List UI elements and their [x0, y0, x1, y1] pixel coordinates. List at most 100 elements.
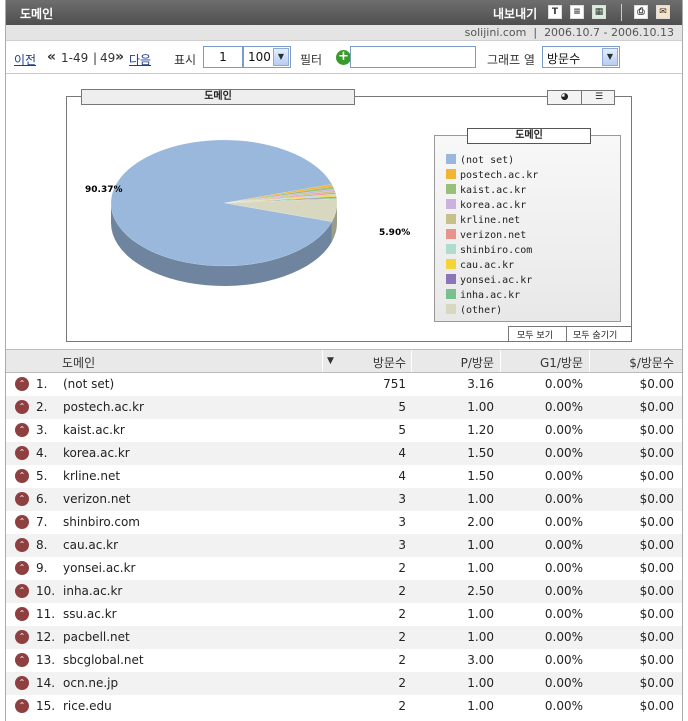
legend-label: cau.ac.kr — [460, 260, 515, 271]
legend-item[interactable]: postech.ac.kr — [446, 168, 538, 183]
domain-cell[interactable]: krline.net — [63, 469, 120, 483]
add-filter-icon[interactable]: + — [336, 50, 351, 65]
legend-item[interactable]: cau.ac.kr — [446, 258, 538, 273]
value-per-visit-cell: $0.00 — [639, 515, 674, 529]
legend-swatch — [446, 154, 456, 164]
domain-cell[interactable]: verizon.net — [63, 492, 131, 506]
legend-item[interactable]: (not set) — [446, 153, 538, 168]
domain-cell[interactable]: cau.ac.kr — [63, 538, 118, 552]
table-header: 도메인 ▼ 방문수 P/방문 G1/방문 $/방문수 — [6, 349, 682, 373]
column-header-pages-per-visit[interactable]: P/방문 — [446, 354, 494, 371]
expand-row-icon[interactable]: ⌃ — [15, 377, 29, 391]
pie-view-icon[interactable]: ◕ — [548, 91, 582, 104]
expand-row-icon[interactable]: ⌃ — [15, 699, 29, 713]
table-row: ⌃ 2. postech.ac.kr 5 1.00 0.00% $0.00 — [6, 396, 682, 419]
page-size-select[interactable]: 100 ▼ — [243, 46, 291, 68]
domain-cell[interactable]: pacbell.net — [63, 630, 130, 644]
column-header-domain[interactable]: 도메인 — [62, 354, 95, 371]
domain-cell[interactable]: kaist.ac.kr — [63, 423, 125, 437]
date-bar: solijini.com | 2006.10.7 - 2006.10.13 — [6, 25, 682, 41]
legend-item[interactable]: (other) — [446, 303, 538, 318]
expand-row-icon[interactable]: ⌃ — [15, 538, 29, 552]
legend-label: postech.ac.kr — [460, 170, 539, 181]
start-row-input[interactable]: 1 — [203, 46, 243, 68]
graph-column-select[interactable]: 방문수 ▼ — [542, 46, 620, 68]
hide-all-button[interactable]: 모두 숨기기 — [573, 328, 617, 341]
label-main-percent: 90.37% — [85, 185, 123, 195]
show-all-button[interactable]: 모두 보기 — [517, 328, 553, 341]
legend-item[interactable]: korea.ac.kr — [446, 198, 538, 213]
expand-row-icon[interactable]: ⌃ — [15, 653, 29, 667]
value-per-visit-cell: $0.00 — [639, 423, 674, 437]
expand-row-icon[interactable]: ⌃ — [15, 561, 29, 575]
column-header-goal-per-visit[interactable]: G1/방문 — [531, 354, 583, 371]
legend-item[interactable]: kaist.ac.kr — [446, 183, 538, 198]
legend-item[interactable]: verizon.net — [446, 228, 538, 243]
bar-view-icon[interactable]: ☰ — [583, 91, 615, 104]
next-arrow-icon[interactable]: » — [115, 49, 124, 65]
value-per-visit-cell: $0.00 — [639, 699, 674, 713]
row-number: 13. — [36, 653, 56, 667]
legend-item[interactable]: shinbiro.com — [446, 243, 538, 258]
chevron-down-icon[interactable]: ▼ — [273, 48, 289, 66]
table-row: ⌃ 15. rice.edu 2 1.00 0.00% $0.00 — [6, 695, 682, 718]
filter-input[interactable] — [350, 46, 476, 68]
prev-link[interactable]: 이전 — [14, 51, 36, 68]
chevron-down-icon[interactable]: ▼ — [602, 48, 618, 66]
expand-row-icon[interactable]: ⌃ — [15, 469, 29, 483]
domain-cell[interactable]: inha.ac.kr — [63, 584, 122, 598]
goal-per-visit-cell: 0.00% — [544, 492, 583, 506]
expand-row-icon[interactable]: ⌃ — [15, 515, 29, 529]
expand-row-icon[interactable]: ⌃ — [15, 492, 29, 506]
expand-row-icon[interactable]: ⌃ — [15, 630, 29, 644]
legend-item[interactable]: krline.net — [446, 213, 538, 228]
legend-item[interactable]: yonsei.ac.kr — [446, 273, 538, 288]
visits-cell: 751 — [383, 377, 406, 391]
value-per-visit-cell: $0.00 — [639, 400, 674, 414]
legend-item[interactable]: inha.ac.kr — [446, 288, 538, 303]
row-number: 10. — [36, 584, 56, 598]
column-header-value-per-visit[interactable]: $/방문수 — [612, 354, 674, 371]
visits-cell: 3 — [398, 538, 406, 552]
domain-cell[interactable]: (not set) — [63, 377, 114, 391]
visits-cell: 5 — [398, 400, 406, 414]
domain-cell[interactable]: ssu.ac.kr — [63, 607, 117, 621]
sort-desc-icon[interactable]: ▼ — [327, 356, 334, 366]
domain-cell[interactable]: korea.ac.kr — [63, 446, 130, 460]
visits-cell: 2 — [398, 699, 406, 713]
pages-per-visit-cell: 1.00 — [467, 400, 494, 414]
value-per-visit-cell: $0.00 — [639, 538, 674, 552]
value-per-visit-cell: $0.00 — [639, 492, 674, 506]
goal-per-visit-cell: 0.00% — [544, 653, 583, 667]
column-header-visits[interactable]: 방문수 — [368, 354, 406, 371]
email-icon[interactable]: ✉ — [656, 5, 670, 19]
pages-per-visit-cell: 3.16 — [467, 377, 494, 391]
domain-cell[interactable]: rice.edu — [63, 699, 112, 713]
export-xml-icon[interactable]: ≡ — [570, 5, 584, 19]
domain-cell[interactable]: postech.ac.kr — [63, 400, 144, 414]
domain-cell[interactable]: shinbiro.com — [63, 515, 140, 529]
domain-cell[interactable]: yonsei.ac.kr — [63, 561, 135, 575]
domain-cell[interactable]: sbcglobal.net — [63, 653, 144, 667]
table-row: ⌃ 12. pacbell.net 2 1.00 0.00% $0.00 — [6, 626, 682, 649]
visits-cell: 2 — [398, 653, 406, 667]
export-text-icon[interactable]: T — [548, 5, 562, 19]
value-per-visit-cell: $0.00 — [639, 676, 674, 690]
expand-row-icon[interactable]: ⌃ — [15, 423, 29, 437]
expand-row-icon[interactable]: ⌃ — [15, 446, 29, 460]
export-excel-icon[interactable]: ▦ — [592, 5, 606, 19]
prev-arrow-icon[interactable]: « — [47, 49, 56, 65]
legend-swatch — [446, 184, 456, 194]
expand-row-icon[interactable]: ⌃ — [15, 400, 29, 414]
value-per-visit-cell: $0.00 — [639, 561, 674, 575]
next-link[interactable]: 다음 — [129, 51, 151, 68]
domain-cell[interactable]: ocn.ne.jp — [63, 676, 118, 690]
print-icon[interactable]: ⎙ — [634, 5, 648, 19]
expand-row-icon[interactable]: ⌃ — [15, 676, 29, 690]
visits-cell: 4 — [398, 469, 406, 483]
label-other-percent: 5.90% — [379, 228, 410, 238]
row-number: 8. — [36, 538, 48, 552]
expand-row-icon[interactable]: ⌃ — [15, 607, 29, 621]
value-per-visit-cell: $0.00 — [639, 446, 674, 460]
expand-row-icon[interactable]: ⌃ — [15, 584, 29, 598]
